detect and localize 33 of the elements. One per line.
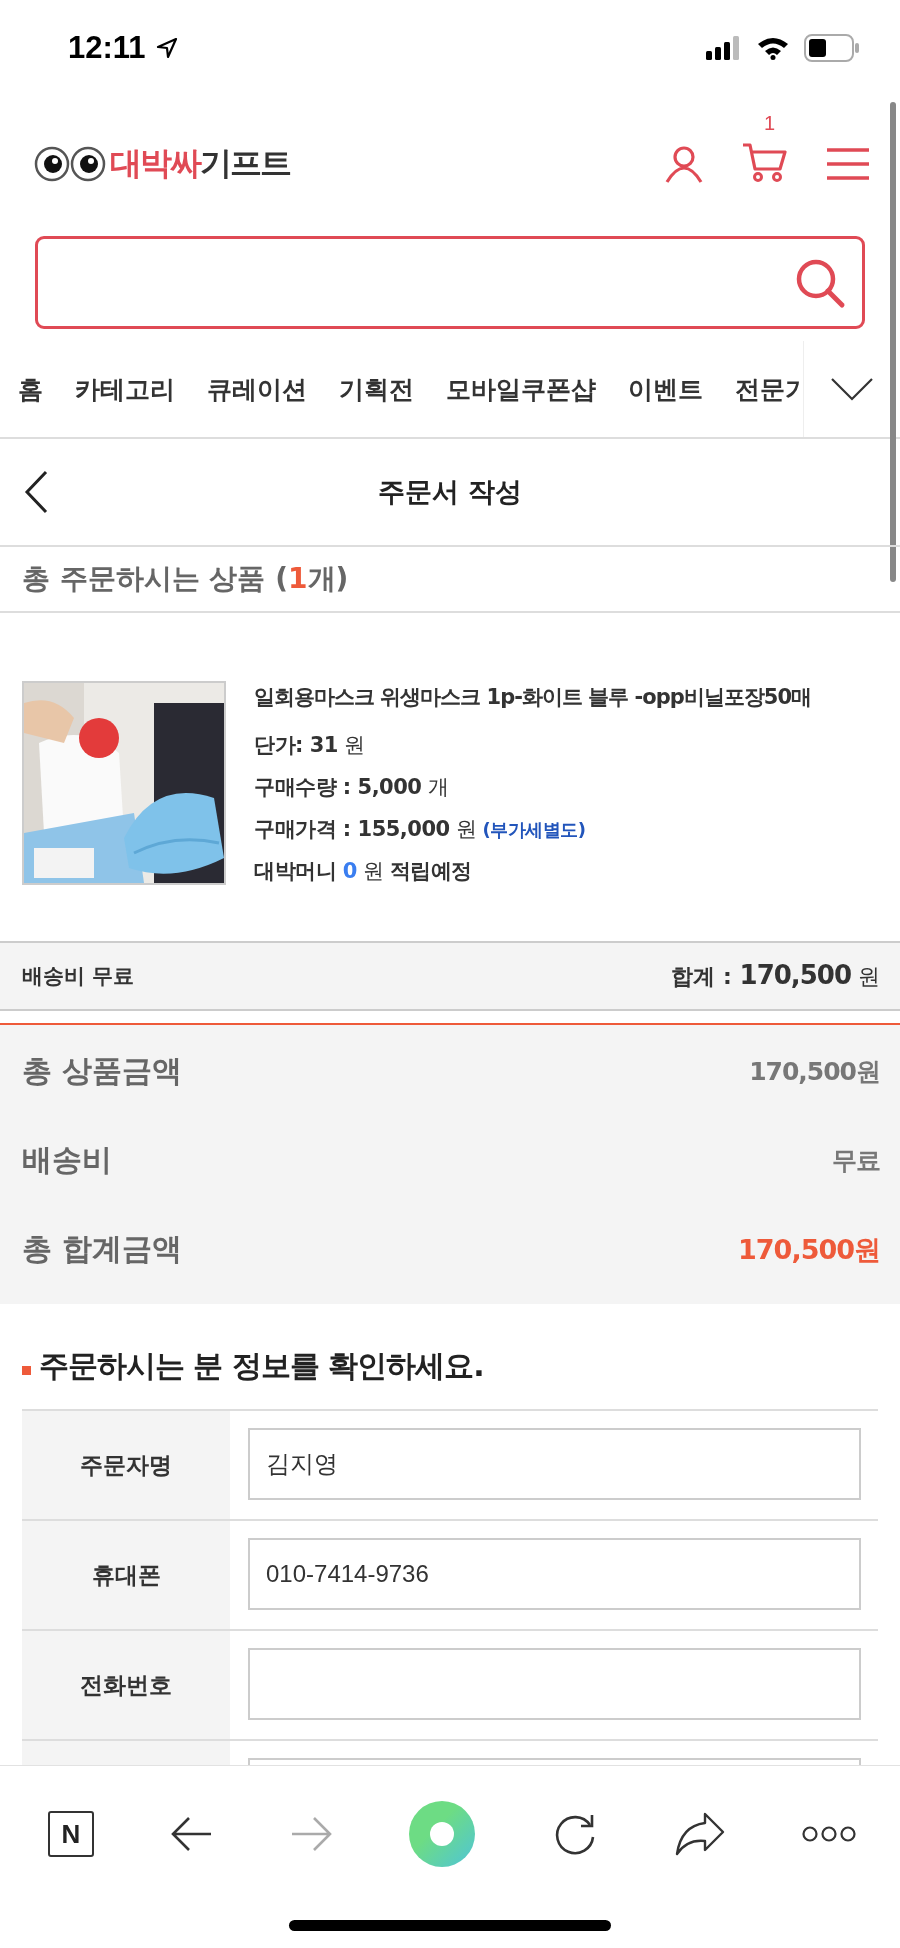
input-field[interactable]: 김지영 <box>248 1428 861 1500</box>
home-button[interactable]: N <box>48 1811 94 1857</box>
product-detail: 구매수량 : 5,000 개 <box>254 774 450 801</box>
logo[interactable]: 대박싸기프트 <box>34 142 290 186</box>
nav-tab[interactable]: 전문기 <box>735 372 803 406</box>
status-time: 12:11 <box>68 30 146 66</box>
total-value: 170,500원 <box>749 1056 880 1088</box>
cart-count: 1 <box>764 112 776 135</box>
product-detail: 대박머니 0 원 적립예정 <box>254 858 473 885</box>
nav-tab[interactable]: 카테고리 <box>75 372 175 406</box>
total-value: 170,500원 <box>738 1232 880 1267</box>
field-label: 전화번호 <box>22 1631 230 1739</box>
logo-text: 대박싸기프트 <box>110 143 290 184</box>
shipping-label: 배송비 무료 <box>22 963 135 990</box>
section-title: 주문하시는 분 정보를 확인하세요. <box>39 1347 484 1385</box>
total-value: 무료 <box>832 1145 880 1177</box>
page-title: 주문서 작성 <box>377 475 523 509</box>
nav-tab[interactable]: 이벤트 <box>628 372 703 406</box>
product-detail: 구매가격 : 155,000 원 (부가세별도) <box>254 816 587 843</box>
order-count-heading: 총 주문하시는 상품 (1개) <box>22 561 349 597</box>
nav-tab[interactable]: 홈 <box>18 372 43 406</box>
input-field[interactable]: 010-7414-9736 <box>248 1538 861 1610</box>
nav-tab[interactable]: 모바일쿠폰샵 <box>446 372 596 406</box>
field-label: 휴대폰 <box>22 1521 230 1629</box>
nav-tab[interactable]: 큐레이션 <box>207 372 307 406</box>
product-name[interactable]: 일회용마스크 위생마스크 1p-화이트 블루 -opp비닐포장50매 <box>254 683 812 711</box>
order-total: 합계 : 170,500 원 <box>671 960 880 992</box>
product-detail: 단가: 31 원 <box>254 732 366 759</box>
total-label: 총 합계금액 <box>22 1230 183 1268</box>
total-label: 배송비 <box>22 1141 112 1179</box>
nav-tab[interactable]: 기획전 <box>339 372 414 406</box>
field-label: 주문자명 <box>22 1411 230 1519</box>
total-label: 총 상품금액 <box>22 1052 183 1090</box>
